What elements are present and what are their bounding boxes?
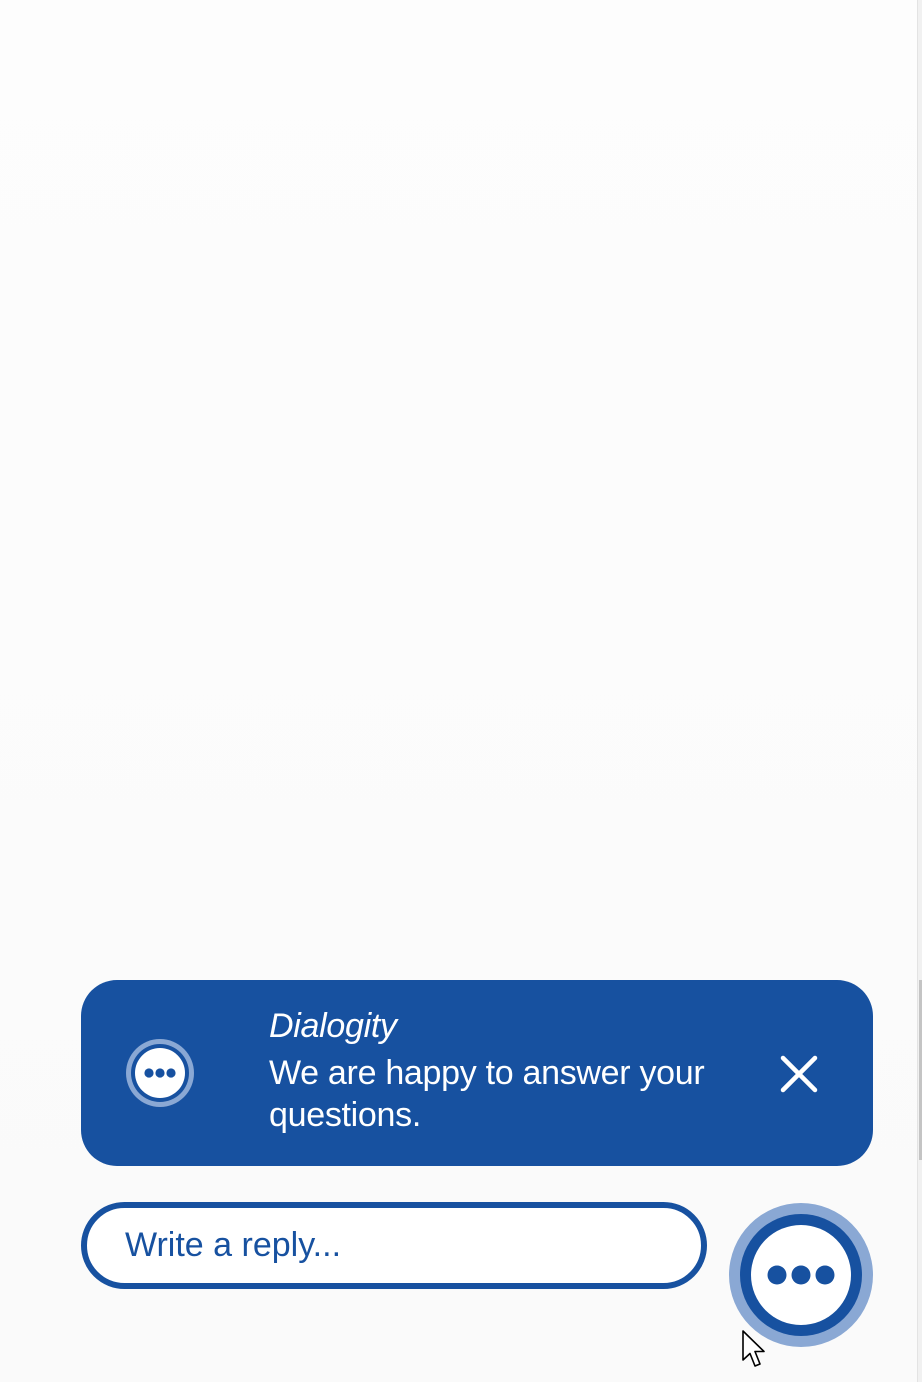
close-icon[interactable] (779, 1054, 819, 1094)
mouse-pointer-icon (742, 1330, 768, 1370)
chat-greeting-banner[interactable]: Dialogity We are happy to answer your qu… (81, 980, 873, 1166)
page-background (0, 0, 918, 1382)
chat-bubble-ellipsis-icon (124, 1037, 196, 1109)
chat-launcher-button[interactable] (729, 1203, 873, 1347)
banner-text: Dialogity We are happy to answer your qu… (269, 1006, 759, 1136)
banner-message: We are happy to answer your questions. (269, 1054, 705, 1134)
chat-bubble-ellipsis-icon[interactable] (729, 1203, 873, 1347)
page-scrollbar[interactable] (917, 0, 922, 1382)
close-banner-button[interactable] (779, 1054, 819, 1094)
reply-input-container[interactable] (81, 1202, 707, 1289)
banner-title: Dialogity (269, 1007, 397, 1045)
reply-input[interactable] (125, 1208, 665, 1283)
